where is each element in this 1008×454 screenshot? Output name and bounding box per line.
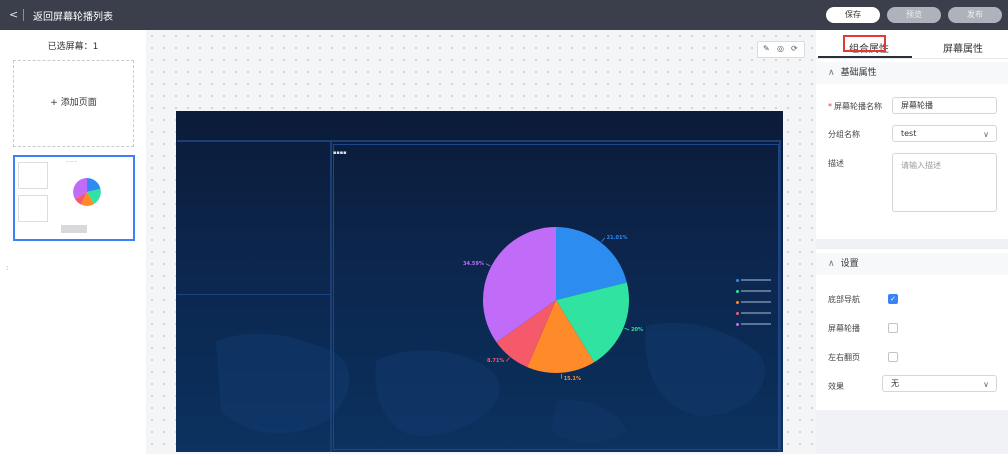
top-bar: < 返回屏幕轮播列表 保存 预览 发布 bbox=[0, 0, 1008, 30]
group-select[interactable]: test ∨ bbox=[892, 125, 997, 142]
legend-swatch bbox=[736, 311, 739, 315]
refresh-icon[interactable]: ⟳ bbox=[791, 44, 798, 53]
back-icon[interactable]: < bbox=[9, 8, 18, 21]
pie-leader-line bbox=[485, 263, 491, 267]
tab-separator bbox=[816, 58, 1008, 59]
chevron-down-icon: ∨ bbox=[983, 380, 989, 389]
chevron-up-icon: ∧ bbox=[828, 68, 835, 78]
thumbnail-pie bbox=[73, 178, 101, 206]
pie-leader-line bbox=[601, 237, 605, 242]
pie-chart[interactable]: 21.01% 20% 15.1% 8.71% 34.59% bbox=[456, 215, 656, 385]
canvas-toolbar: ✎ ◎ ⟳ bbox=[757, 41, 805, 58]
name-input[interactable]: 屏幕轮播 bbox=[892, 97, 997, 114]
pie-slice-label: 34.59% bbox=[463, 260, 484, 267]
legend-swatch bbox=[736, 322, 739, 326]
publish-button[interactable]: 发布 bbox=[948, 7, 1002, 23]
section-settings-title: 设置 bbox=[840, 259, 859, 269]
legend-item[interactable] bbox=[736, 277, 771, 282]
add-page-button[interactable]: + 添加页面 bbox=[13, 60, 134, 147]
name-label: * 屏幕轮播名称 bbox=[828, 102, 882, 111]
pie-slice-label: 15.1% bbox=[563, 375, 582, 382]
legend-text-placeholder bbox=[741, 290, 771, 292]
eye-icon[interactable]: ◎ bbox=[777, 44, 784, 53]
legend-text-placeholder bbox=[741, 279, 771, 281]
pie-slice-label: 8.71% bbox=[486, 358, 505, 365]
frame-border bbox=[330, 142, 332, 452]
section-basic-header[interactable]: ∧ 基础属性 bbox=[816, 62, 1008, 84]
bottom-nav-label: 底部导航 bbox=[828, 295, 860, 304]
effect-select-value: 无 bbox=[891, 379, 899, 388]
side-marker: : bbox=[6, 264, 9, 272]
screen-label: ▪▪▪▪ bbox=[333, 150, 347, 156]
frame-border bbox=[779, 142, 781, 452]
save-button[interactable]: 保存 bbox=[826, 7, 880, 23]
thumbnail-box bbox=[18, 162, 48, 189]
chevron-down-icon: ∨ bbox=[983, 130, 989, 139]
effect-select[interactable]: 无 ∨ bbox=[882, 375, 997, 392]
pie-slice-label: 20% bbox=[631, 326, 644, 333]
flip-page-label: 左右翻页 bbox=[828, 353, 860, 362]
preview-button[interactable]: 预览 bbox=[887, 7, 941, 23]
screen-preview[interactable]: ▪▪▪▪ 21.01% 20% 15.1% 8.71% 34.59% bbox=[176, 111, 783, 452]
thumbnail-box bbox=[18, 195, 48, 222]
carousel-label: 屏幕轮播 bbox=[828, 324, 860, 333]
screen-thumbnail[interactable]: — — — bbox=[13, 155, 135, 241]
pie-leader-line bbox=[506, 357, 510, 362]
legend-text-placeholder bbox=[741, 301, 771, 303]
active-tab-highlight bbox=[843, 35, 886, 52]
tab-screen-properties[interactable]: 屏幕属性 bbox=[943, 40, 983, 55]
legend-text-placeholder bbox=[741, 323, 771, 325]
section-gap bbox=[816, 239, 1008, 249]
description-textarea[interactable]: 请输入描述 bbox=[892, 153, 997, 212]
legend-text-placeholder bbox=[741, 312, 771, 314]
selected-count: 已选屏幕：1 bbox=[47, 42, 99, 52]
legend-swatch bbox=[736, 300, 739, 304]
pencil-icon[interactable]: ✎ bbox=[763, 44, 770, 53]
pie-leader-line bbox=[624, 327, 630, 331]
legend-item[interactable] bbox=[736, 288, 771, 293]
pie-slice-label: 21.01% bbox=[606, 234, 628, 241]
screen-list-panel: 已选屏幕：1 + 添加页面 — — — : bbox=[0, 30, 147, 454]
page-title[interactable]: 返回屏幕轮播列表 bbox=[33, 8, 113, 23]
frame-divider bbox=[177, 294, 330, 295]
bottom-nav-checkbox[interactable]: ✓ bbox=[888, 294, 898, 304]
legend-swatch bbox=[736, 289, 739, 293]
section-basic-title: 基础属性 bbox=[840, 68, 877, 78]
group-label: 分组名称 bbox=[828, 130, 860, 139]
group-select-value: test bbox=[901, 129, 917, 138]
carousel-checkbox[interactable] bbox=[888, 323, 898, 333]
section-settings-header[interactable]: ∧ 设置 bbox=[816, 253, 1008, 275]
chevron-up-icon: ∧ bbox=[828, 259, 835, 269]
effect-label: 效果 bbox=[828, 382, 844, 391]
legend-item[interactable] bbox=[736, 310, 771, 315]
panel-footer bbox=[816, 410, 1008, 454]
frame-border bbox=[177, 140, 781, 142]
legend-item[interactable] bbox=[736, 299, 771, 304]
description-label: 描述 bbox=[828, 159, 844, 168]
thumbnail-bar bbox=[61, 225, 87, 233]
flip-page-checkbox[interactable] bbox=[888, 352, 898, 362]
legend-item[interactable] bbox=[736, 321, 771, 326]
legend-swatch bbox=[736, 278, 739, 282]
thumbnail-title: — — — bbox=[66, 159, 77, 163]
top-divider bbox=[23, 9, 24, 21]
